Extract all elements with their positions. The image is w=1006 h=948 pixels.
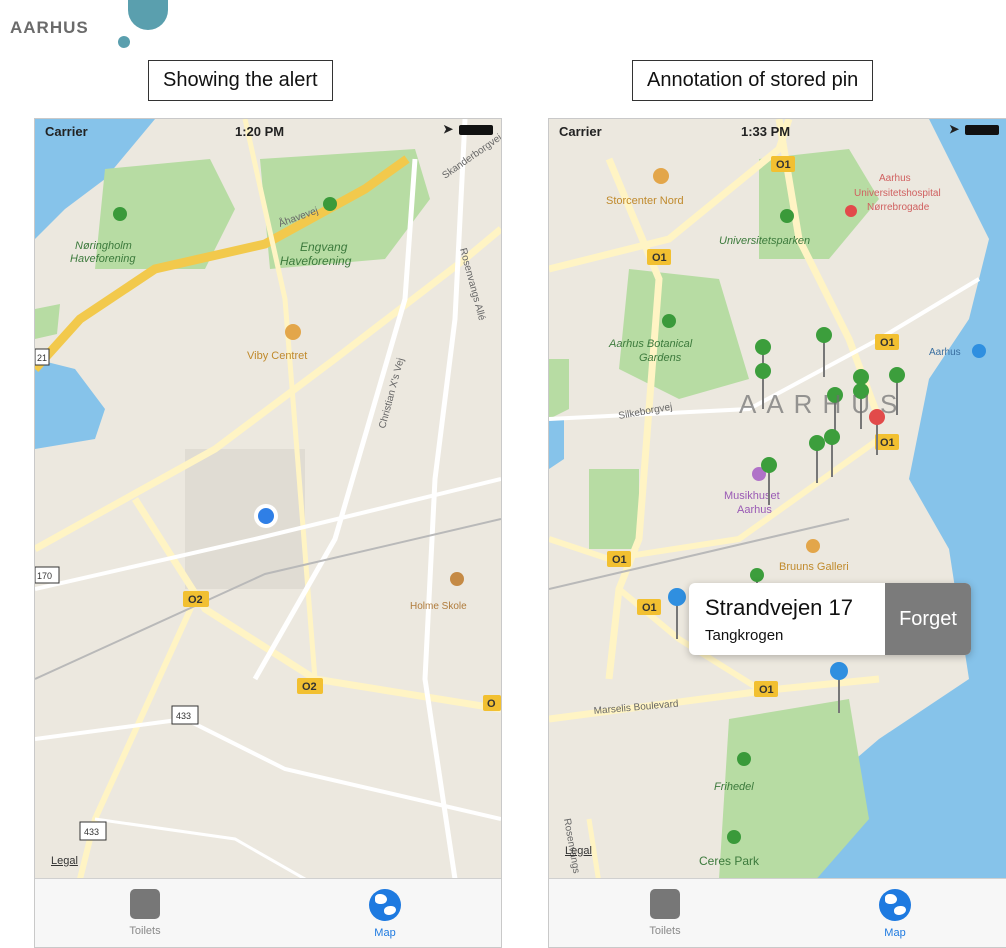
svg-text:Haveforening: Haveforening bbox=[70, 253, 136, 265]
svg-text:O2: O2 bbox=[302, 681, 317, 693]
left-tab-bar: Toilets Map bbox=[35, 878, 501, 947]
tab-toilets[interactable]: Toilets bbox=[605, 889, 725, 937]
tab-toilets-label: Toilets bbox=[129, 925, 161, 937]
left-caption: Showing the alert bbox=[148, 60, 333, 101]
svg-text:Holme Skole: Holme Skole bbox=[410, 601, 467, 612]
aarhus-logo: AARHUS bbox=[10, 0, 180, 55]
battery-icon bbox=[965, 125, 999, 135]
carrier-label: Carrier bbox=[45, 124, 88, 139]
left-map-view[interactable]: Nøringholm Haveforening Engvang Havefore… bbox=[35, 119, 501, 947]
right-tab-bar: Toilets Map bbox=[549, 878, 1006, 947]
globe-icon bbox=[369, 889, 401, 921]
svg-text:O1: O1 bbox=[652, 252, 667, 264]
location-arrow-icon: ➤ bbox=[948, 122, 959, 136]
svg-text:Bruuns Galleri: Bruuns Galleri bbox=[779, 561, 849, 573]
svg-text:21: 21 bbox=[37, 353, 47, 363]
tab-map-label: Map bbox=[884, 927, 906, 939]
legal-link[interactable]: Legal bbox=[565, 845, 592, 857]
logo-dot-shape bbox=[118, 36, 130, 48]
svg-text:O1: O1 bbox=[880, 337, 895, 349]
svg-text:Gardens: Gardens bbox=[639, 352, 682, 364]
svg-text:Aarhus: Aarhus bbox=[929, 347, 961, 358]
svg-text:Universitetshospital: Universitetshospital bbox=[854, 188, 941, 199]
status-time: 1:20 PM bbox=[235, 124, 285, 139]
status-time: 1:33 PM bbox=[741, 124, 791, 139]
svg-text:Aarhus Botanical: Aarhus Botanical bbox=[608, 338, 693, 350]
svg-text:Musikhuset: Musikhuset bbox=[724, 490, 780, 502]
svg-text:O1: O1 bbox=[776, 159, 791, 171]
right-map-view[interactable]: Storcenter Nord Aarhus Universitetshospi… bbox=[549, 119, 1006, 947]
svg-text:Nørrebrogade: Nørrebrogade bbox=[867, 202, 930, 213]
database-icon bbox=[130, 889, 160, 919]
forget-button[interactable]: Forget bbox=[885, 583, 971, 655]
logo-text: AARHUS bbox=[10, 18, 89, 37]
tab-map-label: Map bbox=[374, 927, 396, 939]
svg-text:O1: O1 bbox=[642, 602, 657, 614]
right-status-bar: Carrier 1:33 PM ➤ bbox=[549, 119, 1006, 141]
svg-text:O1: O1 bbox=[880, 437, 895, 449]
svg-text:170: 170 bbox=[37, 571, 52, 581]
svg-text:Viby Centret: Viby Centret bbox=[247, 350, 307, 362]
tab-toilets-label: Toilets bbox=[649, 925, 681, 937]
svg-text:433: 433 bbox=[176, 711, 191, 721]
annotation-title: Strandvejen 17 bbox=[705, 595, 853, 620]
right-caption: Annotation of stored pin bbox=[632, 60, 874, 101]
svg-text:O: O bbox=[487, 698, 496, 710]
svg-text:Aarhus: Aarhus bbox=[879, 173, 911, 184]
label-park1: Nøringholm bbox=[75, 240, 132, 252]
left-phone-screen: Nøringholm Haveforening Engvang Havefore… bbox=[34, 118, 502, 948]
battery-icon bbox=[459, 125, 493, 135]
pin-annotation-callout[interactable]: Strandvejen 17 Tangkrogen Forget bbox=[689, 583, 971, 655]
left-status-bar: Carrier 1:20 PM ➤ bbox=[35, 119, 501, 141]
right-phone-screen: Storcenter Nord Aarhus Universitetshospi… bbox=[548, 118, 1006, 948]
svg-text:Frihedel: Frihedel bbox=[714, 781, 754, 793]
svg-text:433: 433 bbox=[84, 827, 99, 837]
location-arrow-icon: ➤ bbox=[442, 122, 453, 136]
svg-text:O2: O2 bbox=[188, 594, 203, 606]
svg-text:O1: O1 bbox=[759, 684, 774, 696]
logo-arc-shape bbox=[128, 0, 168, 30]
city-label: AARHUS bbox=[739, 389, 908, 419]
svg-text:Aarhus: Aarhus bbox=[737, 504, 772, 516]
svg-text:Haveforening: Haveforening bbox=[280, 254, 352, 268]
svg-text:Engvang: Engvang bbox=[300, 240, 348, 254]
legal-link[interactable]: Legal bbox=[51, 855, 78, 867]
annotation-subtitle: Tangkrogen bbox=[705, 627, 784, 644]
tab-map[interactable]: Map bbox=[325, 889, 445, 939]
carrier-label: Carrier bbox=[559, 124, 602, 139]
globe-icon bbox=[879, 889, 911, 921]
tab-toilets[interactable]: Toilets bbox=[85, 889, 205, 937]
svg-text:O1: O1 bbox=[612, 554, 627, 566]
svg-text:Universitetsparken: Universitetsparken bbox=[719, 235, 810, 247]
svg-text:Ceres Park: Ceres Park bbox=[699, 854, 760, 868]
svg-text:Storcenter Nord: Storcenter Nord bbox=[606, 195, 684, 207]
tab-map[interactable]: Map bbox=[835, 889, 955, 939]
database-icon bbox=[650, 889, 680, 919]
